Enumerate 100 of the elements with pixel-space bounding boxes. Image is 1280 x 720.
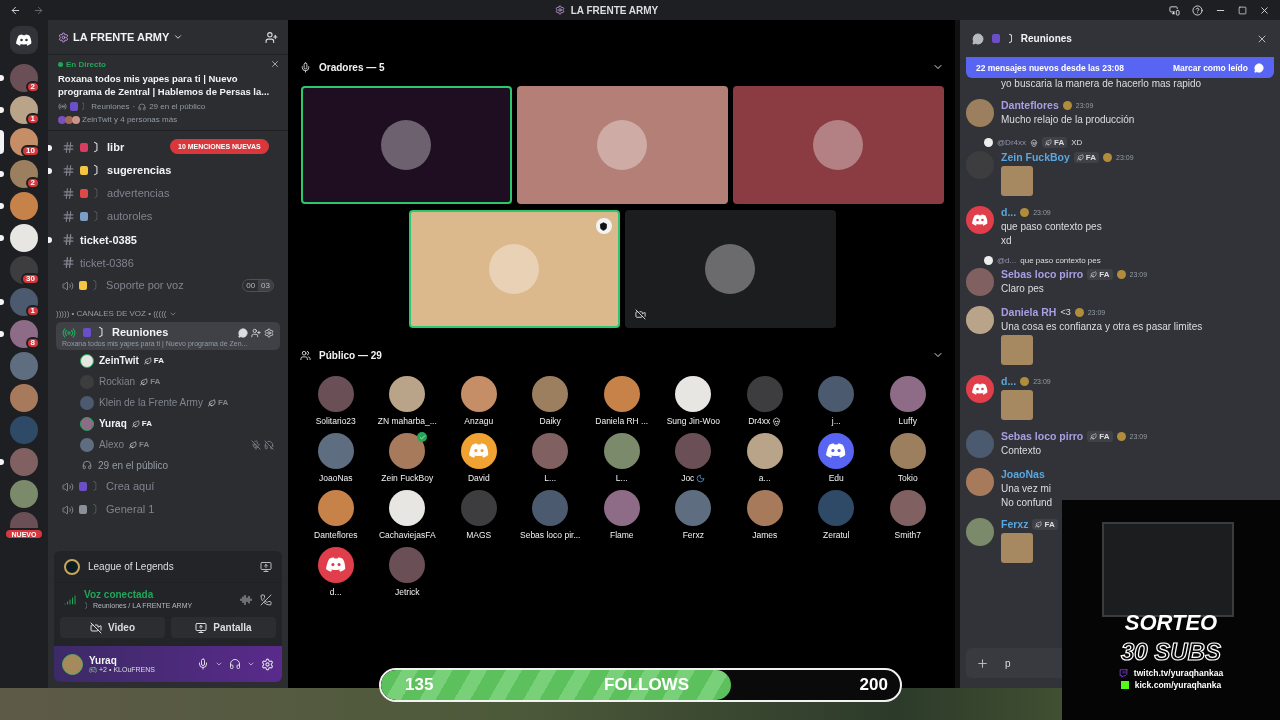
author-name[interactable]: Sebas loco pirro — [1001, 430, 1084, 442]
audience-member[interactable]: j... — [800, 376, 872, 426]
speaker-icon — [62, 480, 74, 493]
channel-item[interactable]: 〕 General 1 — [56, 498, 280, 521]
screen-share-button[interactable]: Pantalla — [171, 617, 276, 638]
participant-item[interactable]: Klein de la Frente Army FA — [56, 392, 280, 413]
speaker-tile[interactable] — [408, 210, 620, 328]
audience-member[interactable]: CachaviejasFA — [371, 490, 443, 540]
participant-item[interactable]: Yuraq FA — [56, 413, 280, 434]
author-name[interactable]: Sebas loco pirro — [1001, 268, 1084, 280]
screen-icon[interactable] — [1169, 4, 1180, 16]
back-icon[interactable] — [10, 4, 21, 16]
participant-item[interactable]: Alexo FA — [56, 434, 280, 455]
speaker-tile[interactable] — [732, 86, 944, 204]
audience-member[interactable]: Ferxz — [657, 490, 729, 540]
user-avatar — [62, 653, 83, 675]
invite-icon[interactable] — [265, 30, 278, 44]
microphone-button[interactable] — [197, 658, 209, 670]
audience-member[interactable]: David — [443, 433, 515, 483]
video-button[interactable]: Video — [60, 617, 165, 638]
channel-link[interactable]: kick.com/yuraqhanka — [1134, 680, 1222, 690]
forward-icon[interactable] — [33, 4, 44, 16]
maximize-icon[interactable] — [1238, 5, 1247, 15]
audience-member[interactable]: Zein FuckBoy — [371, 433, 443, 483]
server-avatar[interactable] — [10, 96, 38, 124]
close-button[interactable] — [270, 59, 280, 69]
audience-member[interactable]: ZN maharba_... — [371, 376, 443, 426]
audience-member[interactable]: Sebas loco pir... — [514, 490, 586, 540]
audience-member[interactable]: Edu — [800, 433, 872, 483]
hash-icon — [62, 141, 75, 154]
server-avatar[interactable] — [10, 320, 38, 348]
author-name[interactable]: Daniela RH — [1001, 306, 1057, 318]
audience-member[interactable]: Danteflores — [300, 490, 372, 540]
audience-member[interactable]: Daniela RH ... — [586, 376, 658, 426]
audience-member[interactable]: Smith7 — [872, 490, 944, 540]
channel-item[interactable]: ticket-0386 — [56, 251, 280, 274]
hang-up-icon[interactable] — [260, 594, 272, 606]
channel-item[interactable]: ticket-0385 — [56, 228, 280, 251]
category-header[interactable]: ))))) • CANALES DE VOZ • ((((( — [56, 309, 280, 318]
speaker-tile[interactable] — [516, 86, 728, 204]
speaker-tile[interactable] — [624, 210, 836, 328]
chat-icon[interactable] — [238, 327, 248, 338]
audience-member[interactable]: Solitario23 — [300, 376, 372, 426]
reply-author[interactable]: @Dr4xx — [997, 138, 1026, 147]
reply-author[interactable]: @d... — [997, 256, 1017, 265]
audience-member[interactable]: a... — [729, 433, 801, 483]
giveaway-title: SORTEO — [1124, 610, 1218, 636]
audience-member[interactable]: Flame — [586, 490, 658, 540]
channel-link[interactable]: twitch.tv/yuraqhankaa — [1133, 668, 1224, 678]
chevron-down-icon[interactable] — [247, 660, 255, 668]
server-avatar[interactable] — [10, 192, 38, 220]
stream-icon[interactable] — [260, 560, 272, 573]
chevron-down-icon[interactable] — [215, 660, 223, 668]
audience-member[interactable]: MAGS — [443, 490, 515, 540]
participant-item[interactable]: ZeinTwit FA — [56, 350, 280, 371]
message-input[interactable]: p — [1003, 656, 1043, 670]
close-icon[interactable] — [1259, 4, 1270, 16]
sound-wave-icon[interactable] — [240, 594, 252, 606]
channel-item[interactable]: 〕 Crea aquí — [56, 475, 280, 498]
home-button[interactable] — [10, 26, 38, 54]
server-name[interactable]: LA FRENTE ARMY — [58, 31, 259, 43]
mark-read-link[interactable]: Marcar como leído — [1172, 62, 1248, 73]
hash-icon — [62, 233, 75, 246]
settings-button[interactable] — [261, 657, 274, 671]
channel-item[interactable]: 〕 advertencias — [56, 182, 280, 205]
new-messages-banner[interactable]: 22 mensajes nuevos desde las 23:08 Marcar como leído — [966, 57, 1274, 78]
add-icon[interactable] — [976, 656, 989, 670]
author-name[interactable]: Ferxz — [1001, 518, 1029, 530]
channel-item[interactable]: 〕 autoroles — [56, 205, 280, 228]
invite-icon[interactable] — [251, 327, 261, 338]
audience-member[interactable]: JoaoNas — [300, 433, 372, 483]
audience-member[interactable]: d... — [300, 547, 372, 597]
audience-member[interactable]: Luffy — [872, 376, 944, 426]
audience-member[interactable]: L... — [514, 433, 586, 483]
author-name[interactable]: JoaoNas — [1001, 468, 1045, 480]
help-icon[interactable] — [1192, 4, 1203, 16]
tag-text: FA — [153, 356, 165, 365]
audience-member[interactable]: Tokio — [872, 433, 944, 483]
audience-member[interactable]: Joc — [657, 433, 729, 483]
audience-member[interactable]: Sung Jin-Woo — [657, 376, 729, 426]
author-name[interactable]: d... — [1001, 206, 1017, 218]
settings-icon[interactable] — [264, 327, 274, 338]
headphones-button[interactable] — [229, 658, 241, 670]
speaker-icon — [62, 279, 74, 292]
audience-member[interactable]: Jetrick — [371, 547, 443, 597]
audience-member[interactable]: Dr4xx — [729, 376, 801, 426]
audience-member[interactable]: Daiky — [514, 376, 586, 426]
speaker-tile[interactable] — [300, 86, 512, 204]
channel-item[interactable]: 〕 Soporte por voz 00 03 — [56, 274, 280, 297]
server-avatar[interactable] — [10, 224, 38, 252]
chevron-down-icon — [173, 32, 184, 42]
audience-member[interactable]: Zeratul — [800, 490, 872, 540]
channel-item[interactable]: 〕 sugerencias — [56, 159, 280, 182]
author-name[interactable]: d... — [1001, 375, 1017, 387]
author-name[interactable]: Zein FuckBoy — [1001, 151, 1070, 163]
audience-member[interactable]: Anzagu — [443, 376, 515, 426]
audience-member[interactable]: James — [729, 490, 801, 540]
author-name[interactable]: Danteflores — [1001, 99, 1059, 111]
audience-member[interactable]: L... — [586, 433, 658, 483]
participant-item[interactable]: Rockian FA — [56, 371, 280, 392]
